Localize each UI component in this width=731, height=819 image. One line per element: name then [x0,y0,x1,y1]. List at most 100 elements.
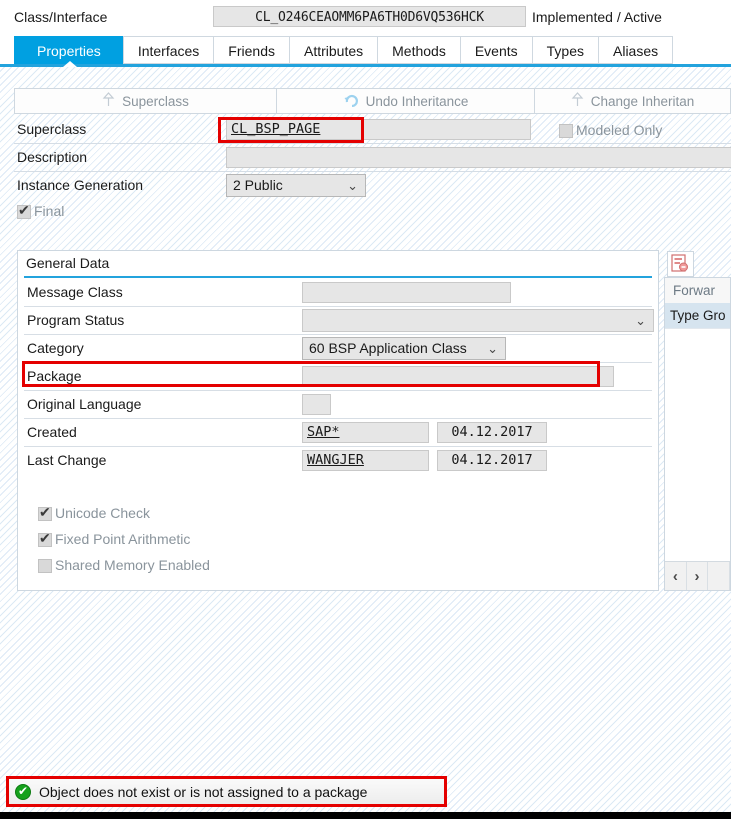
original-language-input[interactable] [302,394,331,415]
fixed-point-arithmetic-label: Fixed Point Arithmetic [55,531,191,547]
package-label: Package [27,368,82,384]
forward-declarations-panel: Forwar Type Gro ‹ › [664,277,731,591]
program-status-label: Program Status [27,312,125,328]
program-status-select[interactable]: ⌄ [302,309,654,332]
unicode-check-checkbox[interactable]: Unicode Check [38,504,652,531]
sap-class-builder-window: Class/Interface CL_O246CEAOMM6PA6TH0D6VQ… [0,0,731,819]
tab-strip: Properties Interfaces Friends Attributes… [0,34,731,66]
panel-navigation: ‹ › [665,561,730,590]
tab-list: Properties Interfaces Friends Attributes… [14,36,674,64]
shared-memory-enabled-label: Shared Memory Enabled [55,557,210,573]
change-inheritance-button[interactable]: Change Inheritan [534,88,731,114]
instance-generation-label: Instance Generation [17,177,144,193]
superclass-value: CL_BSP_PAGE [231,121,321,137]
last-change-date-value[interactable]: 04.12.2017 [437,450,547,471]
tab-events[interactable]: Events [459,36,532,64]
modeled-only-checkbox[interactable]: Modeled Only [559,122,662,138]
type-group-row[interactable]: Type Gro [665,303,730,328]
description-input[interactable] [226,147,731,168]
tab-methods[interactable]: Methods [377,36,460,64]
undo-inheritance-button[interactable]: Undo Inheritance [276,88,534,114]
checkbox-box-icon [38,504,52,521]
tab-attributes[interactable]: Attributes [288,36,378,64]
message-class-label: Message Class [27,284,123,300]
modeled-only-label: Modeled Only [576,122,663,138]
tab-friends[interactable]: Friends [213,36,289,64]
table-row: Program Status ⌄ [24,307,654,335]
tab-underline [0,64,731,67]
general-data-title: General Data [26,255,110,271]
checkbox-box-icon [17,202,31,219]
general-data-group: General Data Message Class Program Statu… [17,250,659,591]
table-row: Created SAP* 04.12.2017 [24,419,652,447]
inheritance-arrow-icon [571,92,584,110]
category-label: Category [27,340,84,356]
superclass-button-label: Superclass [122,93,189,109]
status-message: Object does not exist or is not assigned… [39,784,368,800]
general-data-rows: Message Class Program Status ⌄ Category … [24,279,654,583]
prev-page-button[interactable]: ‹ [665,562,687,590]
panel-nav-spacer [708,562,730,590]
undo-inheritance-button-label: Undo Inheritance [365,93,469,109]
general-data-rule [24,276,652,278]
last-change-user: WANGJER [307,452,364,468]
active-tab-caret-icon [63,61,77,67]
fixed-point-arithmetic-checkbox[interactable]: Fixed Point Arithmetic [38,530,652,557]
category-value: 60 BSP Application Class [309,340,467,356]
tab-interfaces[interactable]: Interfaces [122,36,214,64]
forward-declaration-icon[interactable] [667,251,694,277]
created-by-value[interactable]: SAP* [302,422,429,443]
table-row: Message Class [24,279,652,307]
unicode-check-label: Unicode Check [55,505,150,521]
last-change-label: Last Change [27,452,107,468]
shared-memory-enabled-checkbox[interactable]: Shared Memory Enabled [38,557,652,583]
checkbox-box-icon [38,559,52,573]
chevron-down-icon: ⌄ [487,341,498,356]
class-name-field[interactable]: CL_O246CEAOMM6PA6TH0D6VQ536HCK [213,6,526,27]
message-class-input[interactable] [302,282,511,303]
table-row: Original Language [24,391,652,419]
package-input[interactable] [302,366,614,387]
created-label: Created [27,424,77,440]
class-header: Class/Interface CL_O246CEAOMM6PA6TH0D6VQ… [0,0,731,35]
next-page-button[interactable]: › [687,562,709,590]
created-by-user: SAP* [307,424,340,440]
superclass-input[interactable]: CL_BSP_PAGE [226,119,531,140]
inheritance-arrow-icon [102,92,115,110]
final-label: Final [34,203,65,219]
table-row: Last Change WANGJER 04.12.2017 [24,447,652,474]
checkbox-box-icon [38,530,52,547]
description-label: Description [17,149,88,165]
class-interface-label: Class/Interface [14,9,108,25]
window-bottom-edge [0,812,731,819]
inheritance-form: Superclass CL_BSP_PAGE Modeled Only Desc… [14,116,731,229]
checkbox-box-icon [559,124,573,138]
created-date-value[interactable]: 04.12.2017 [437,422,547,443]
instance-generation-select[interactable]: 2 Public ⌄ [226,174,366,197]
undo-arrow-icon [343,93,359,110]
instance-generation-row: Instance Generation 2 Public ⌄ [14,172,731,199]
tab-types[interactable]: Types [531,36,598,64]
class-status-text: Implemented / Active [532,9,662,25]
superclass-label: Superclass [17,121,87,137]
superclass-button[interactable]: Superclass [14,88,276,114]
forward-declarations-body [665,328,730,562]
original-language-label: Original Language [27,396,142,412]
chevron-down-icon: ⌄ [347,178,358,193]
forward-declarations-header: Forwar [665,278,730,303]
general-data-checkboxes: Unicode Check Fixed Point Arithmetic Sha… [38,504,652,583]
table-row: Package [24,363,652,391]
tab-properties[interactable]: Properties [14,36,123,64]
superclass-row: Superclass CL_BSP_PAGE Modeled Only [14,116,731,144]
chevron-down-icon: ⌄ [635,313,646,328]
table-row: Category 60 BSP Application Class ⌄ [24,335,652,363]
inheritance-toolbar: Superclass Undo Inheritance Change Inher… [14,88,731,114]
final-checkbox[interactable]: Final [14,202,731,229]
success-check-icon [15,783,31,800]
description-row: Description [14,144,731,172]
instance-generation-value: 2 Public [233,177,283,193]
category-select[interactable]: 60 BSP Application Class ⌄ [302,337,506,360]
last-change-by-value[interactable]: WANGJER [302,450,429,471]
change-inheritance-button-label: Change Inheritan [590,93,695,109]
tab-aliases[interactable]: Aliases [598,36,674,64]
